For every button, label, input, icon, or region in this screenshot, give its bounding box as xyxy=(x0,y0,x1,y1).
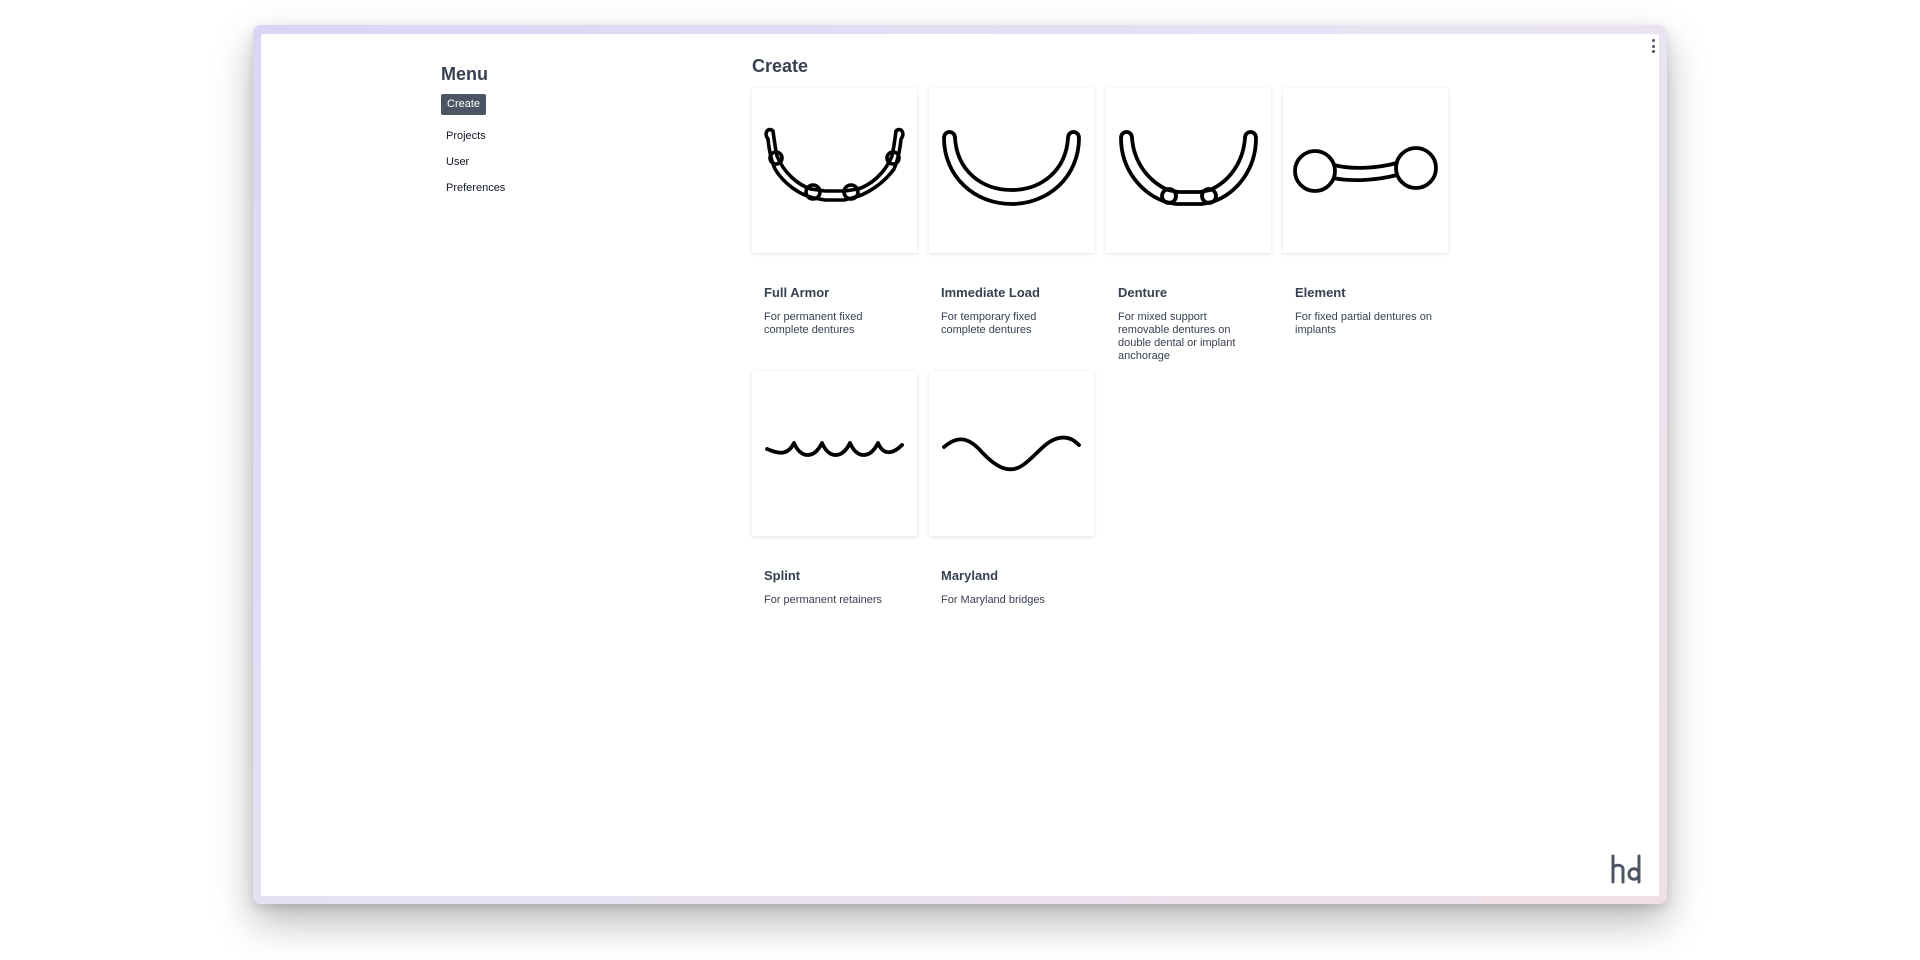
sidebar-item-user[interactable]: User xyxy=(441,155,641,181)
app-window: Menu Create Projects User Preferences Cr… xyxy=(261,34,1659,896)
sidebar-item-projects[interactable]: Projects xyxy=(441,129,641,155)
hd-logo-icon xyxy=(1609,854,1643,884)
card-immediate-load[interactable]: Immediate Load For temporary fixed compl… xyxy=(929,88,1094,363)
card-description: For temporary fixed complete dentures xyxy=(941,311,1037,336)
card-title: Element xyxy=(1295,285,1346,300)
immediate-load-arch-icon xyxy=(942,130,1081,206)
card-description: For mixed support removable dentures on … xyxy=(1118,311,1236,362)
sidebar: Menu Create Projects User Preferences xyxy=(441,62,641,207)
card-title: Denture xyxy=(1118,285,1168,300)
card-element[interactable]: Element For fixed partial dentures on im… xyxy=(1283,88,1448,363)
splint-wave-icon xyxy=(765,441,904,457)
main-content: Create Full Armor For permanent fixed co… xyxy=(752,54,1448,646)
card-thumbnail[interactable] xyxy=(929,88,1094,253)
card-thumbnail[interactable] xyxy=(1283,88,1448,253)
card-title: Maryland xyxy=(941,568,999,583)
create-button[interactable]: Create xyxy=(441,94,487,115)
card-splint[interactable]: Splint For permanent retainers xyxy=(752,371,917,646)
full-armor-arch-icon xyxy=(764,127,905,202)
card-description: For fixed partial dentures on implants xyxy=(1295,311,1432,336)
page-title: Create xyxy=(752,56,809,76)
card-grid: Full Armor For permanent fixed complete … xyxy=(752,88,1448,646)
card-description: For permanent retainers xyxy=(764,594,882,606)
card-thumbnail[interactable] xyxy=(1106,88,1271,253)
card-thumbnail[interactable] xyxy=(929,371,1094,536)
card-thumbnail[interactable] xyxy=(752,88,917,253)
card-title: Full Armor xyxy=(764,285,830,300)
card-denture[interactable]: Denture For mixed support removable dent… xyxy=(1106,88,1271,363)
denture-arch-icon xyxy=(1119,130,1258,206)
sidebar-nav: Projects User Preferences xyxy=(441,129,641,207)
card-title: Immediate Load xyxy=(941,285,1040,300)
vertical-dots-icon[interactable] xyxy=(1649,37,1657,55)
element-bar-icon xyxy=(1293,146,1438,193)
card-description: For permanent fixed complete dentures xyxy=(764,311,863,336)
card-description: For Maryland bridges xyxy=(941,594,1045,606)
card-full-armor[interactable]: Full Armor For permanent fixed complete … xyxy=(752,88,917,363)
card-title: Splint xyxy=(764,568,801,583)
card-maryland[interactable]: Maryland For Maryland bridges xyxy=(929,371,1094,646)
menu-title: Menu xyxy=(441,64,488,84)
maryland-curve-icon xyxy=(942,435,1081,472)
card-thumbnail[interactable] xyxy=(752,371,917,536)
sidebar-item-preferences[interactable]: Preferences xyxy=(441,181,641,207)
